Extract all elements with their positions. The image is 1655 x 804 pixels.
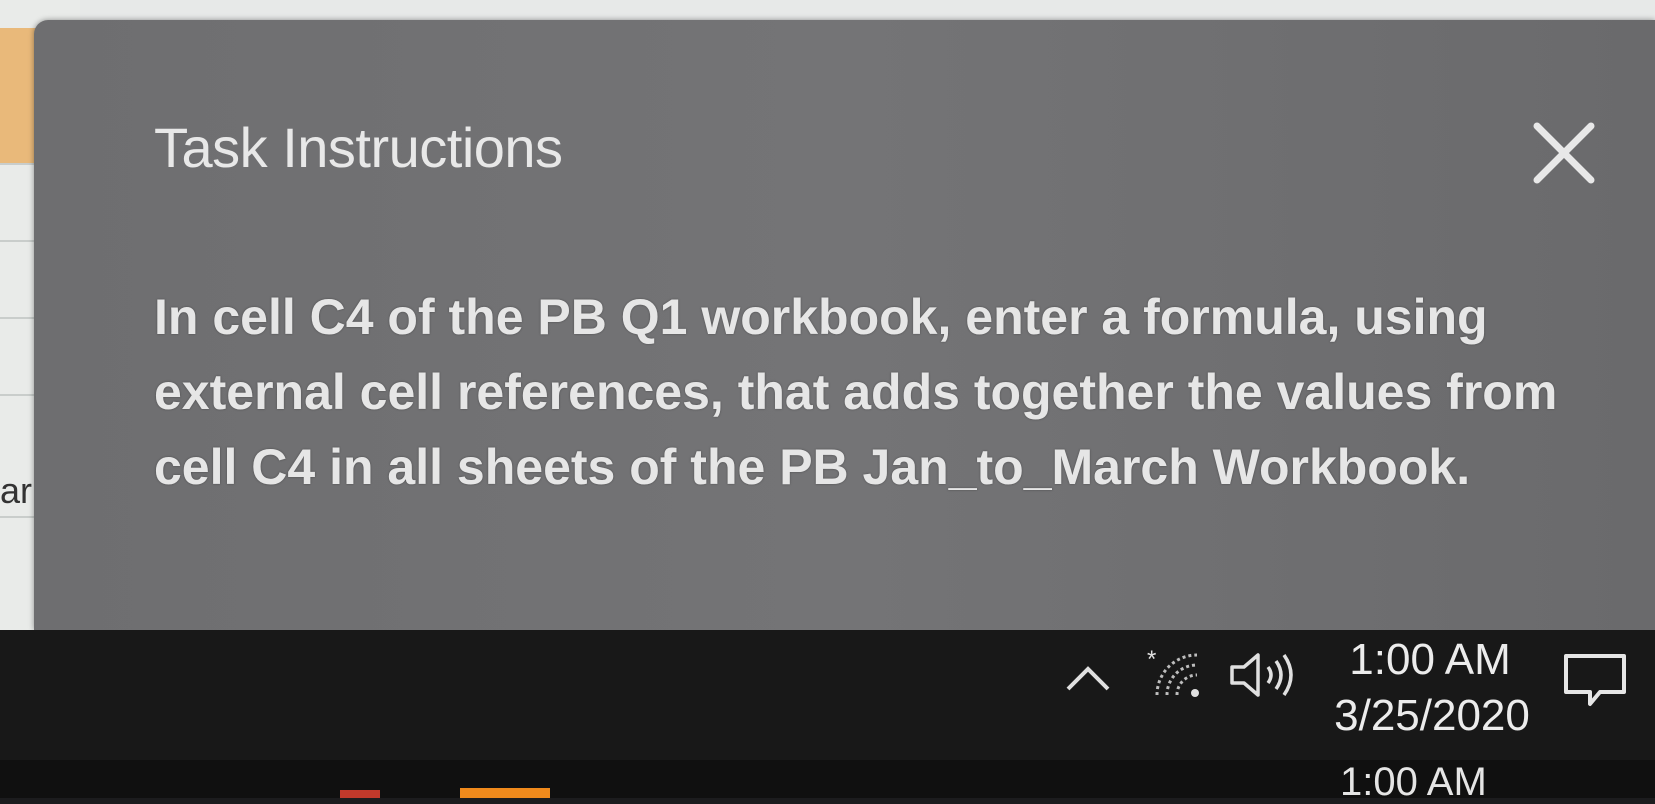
- show-hidden-icons-button[interactable]: [1063, 657, 1113, 697]
- secondary-clock-time[interactable]: 1:00 AM: [1340, 762, 1487, 802]
- volume-icon: [1230, 653, 1293, 697]
- volume-button[interactable]: [1228, 645, 1298, 705]
- svg-text:*: *: [1147, 646, 1156, 673]
- wifi-icon: *: [1147, 646, 1199, 697]
- dialog-instructions-text: In cell C4 of the PB Q1 workbook, enter …: [154, 289, 1558, 495]
- clock-time[interactable]: 1:00 AM: [1330, 632, 1530, 688]
- action-center-button[interactable]: [1560, 650, 1630, 710]
- chevron-up-icon: [1066, 666, 1110, 691]
- network-button[interactable]: *: [1147, 645, 1209, 705]
- spreadsheet-partial-label: ar: [0, 470, 33, 511]
- taskbar: * 1:00 AM 3/25/2020: [0, 630, 1655, 760]
- taskbar-app-indicator[interactable]: [340, 790, 380, 798]
- task-instructions-dialog: Task Instructions In cell C4 of the PB Q…: [34, 20, 1655, 630]
- close-icon: [1533, 122, 1595, 184]
- action-center-icon: [1564, 654, 1626, 706]
- close-button[interactable]: [1529, 118, 1599, 188]
- clock-date[interactable]: 3/25/2020: [1322, 688, 1542, 744]
- dialog-title: Task Instructions: [154, 116, 563, 179]
- taskbar-app-indicator[interactable]: [460, 788, 550, 798]
- secondary-taskbar: 1:00 AM: [0, 760, 1655, 802]
